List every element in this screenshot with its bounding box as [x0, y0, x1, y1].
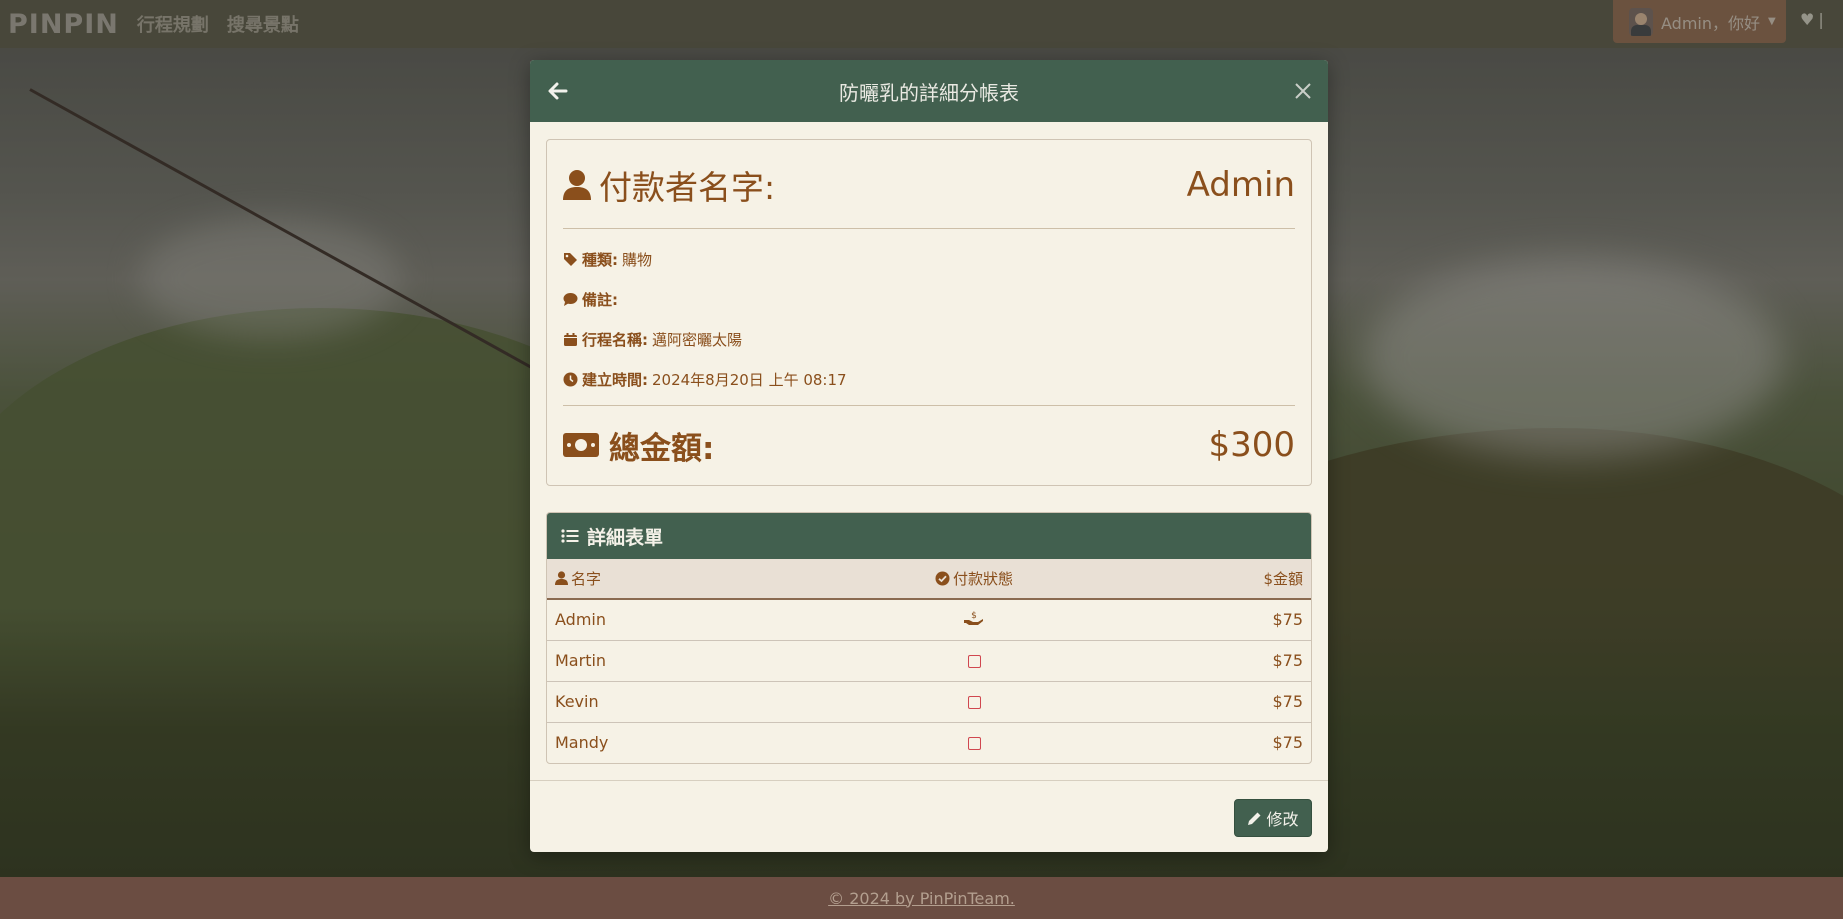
trip-label: 行程名稱: [582, 331, 648, 349]
created-label: 建立時間: [582, 371, 648, 389]
edit-button[interactable]: 修改 [1234, 799, 1312, 837]
money-bill-icon [563, 433, 599, 457]
comment-icon [563, 293, 578, 306]
category-row: 種類: 購物 [563, 249, 652, 270]
user-icon [555, 571, 568, 586]
row-name: Martin [547, 640, 837, 682]
note-label: 備註: [582, 291, 618, 309]
table-row: Kevin $75 [547, 681, 1311, 723]
split-table: 名字 付款狀態 $金額 Admin $ $75 Martin $75 Kevin… [547, 559, 1311, 763]
check-circle-icon [935, 571, 950, 585]
unpaid-checkbox[interactable] [967, 655, 981, 668]
row-amount: $75 [1111, 599, 1311, 641]
unpaid-checkbox[interactable] [967, 696, 981, 709]
category-value: 購物 [622, 251, 653, 269]
modal-header: 防曬乳的詳細分帳表 [530, 60, 1328, 122]
tag-icon [564, 253, 577, 266]
trip-row: 行程名稱: 邁阿密曬太陽 [563, 329, 742, 350]
total-label: 總金額: [609, 430, 715, 467]
unpaid-checkbox[interactable] [967, 737, 981, 751]
col-name: 名字 [571, 569, 602, 588]
table-header-row: 名字 付款狀態 $金額 [547, 559, 1311, 600]
modal-title: 防曬乳的詳細分帳表 [839, 80, 1019, 105]
note-row: 備註: [563, 289, 622, 310]
divider [563, 405, 1295, 406]
row-amount: $75 [1272, 733, 1303, 753]
row-amount: $75 [1111, 640, 1311, 682]
table-row: Martin $75 [547, 640, 1311, 682]
calendar-icon [564, 333, 577, 346]
divider [563, 228, 1295, 229]
page-footer: © 2024 by PinPinTeam. [0, 877, 1843, 919]
detail-title: 詳細表單 [587, 526, 664, 549]
footer-link[interactable]: © 2024 by PinPinTeam. [828, 889, 1015, 908]
close-icon[interactable] [1292, 80, 1314, 102]
created-row: 建立時間: 2024年8月20日 上午 08:17 [563, 369, 847, 390]
col-amount: $金額 [1263, 570, 1303, 588]
trip-value: 邁阿密曬太陽 [652, 331, 743, 349]
category-label: 種類: [582, 251, 618, 269]
payer-label: 付款者名字: [599, 168, 776, 207]
modal-footer: 修改 [530, 780, 1328, 852]
table-row: Admin $ $75 [547, 599, 1311, 641]
row-name: Kevin [547, 681, 837, 723]
pencil-icon [1248, 812, 1261, 825]
row-amount: $75 [1111, 681, 1311, 723]
row-name: Admin [547, 599, 837, 641]
row-name: Mandy [555, 733, 609, 753]
col-status: 付款狀態 [952, 569, 1013, 588]
payer-row: 付款者名字: Admin [563, 160, 1295, 210]
back-arrow-icon[interactable] [544, 77, 572, 105]
detail-header: 詳細表單 [547, 513, 1311, 559]
summary-card: 付款者名字: Admin 種類: 購物 備註: 行程名稱: 邁阿密曬太陽 建立時… [546, 139, 1312, 486]
clock-icon [563, 372, 578, 387]
created-value: 2024年8月20日 上午 08:17 [652, 371, 847, 389]
user-icon [563, 170, 591, 200]
detail-table-card: 詳細表單 名字 付款狀態 $金額 Admin $ $75 Martin $75 … [546, 512, 1312, 764]
total-value: $300 [1208, 425, 1295, 465]
svg-text:$: $ [971, 611, 977, 621]
table-row: Mandy $75 [547, 722, 1311, 763]
list-icon [561, 529, 579, 543]
payer-value: Admin [1186, 165, 1295, 205]
total-row: 總金額: $300 [563, 420, 1295, 470]
split-bill-modal: 防曬乳的詳細分帳表 付款者名字: Admin 種類: 購物 備註: 行程名稱: … [530, 60, 1328, 852]
hand-holding-dollar-icon: $ [964, 611, 983, 626]
edit-label: 修改 [1266, 810, 1299, 829]
